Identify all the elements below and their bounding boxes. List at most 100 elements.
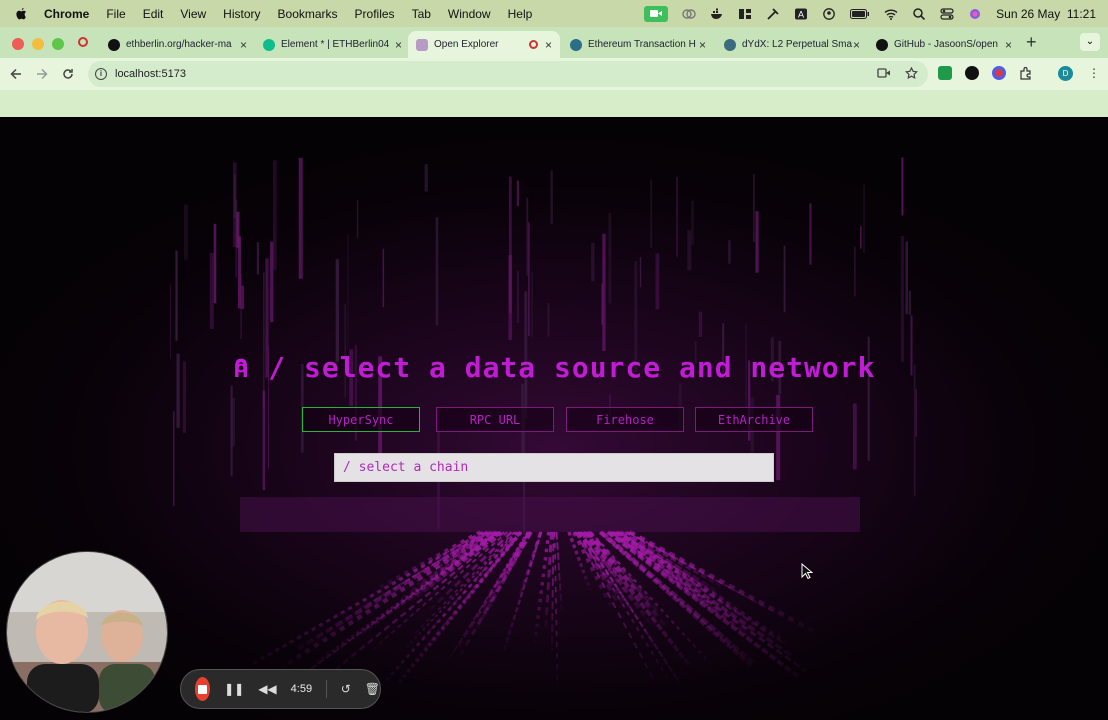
matrix-column: [509, 176, 512, 314]
minimize-window-icon[interactable]: [32, 38, 44, 50]
matrix-column: [270, 241, 274, 323]
menu-help[interactable]: Help: [508, 7, 533, 21]
source-rpc-url-button[interactable]: RPC URL: [436, 407, 554, 432]
matrix-column: [531, 271, 533, 337]
menu-view[interactable]: View: [180, 7, 206, 21]
menu-file[interactable]: File: [106, 7, 125, 21]
siri-icon[interactable]: [968, 8, 982, 20]
tab-dydx[interactable]: dYdX: L2 Perpetual Sma ×: [716, 31, 868, 58]
menu-bookmarks[interactable]: Bookmarks: [278, 7, 338, 21]
recording-control-bar: ❚❚ ◀◀ 4:59 ↺ 🗑: [180, 669, 381, 709]
extensions-area: [938, 66, 1033, 80]
tab-search-button[interactable]: ⌄: [1080, 33, 1100, 51]
menu-profiles[interactable]: Profiles: [355, 7, 395, 21]
profile-avatar[interactable]: D: [1058, 66, 1073, 81]
control-center-icon[interactable]: [940, 7, 954, 20]
menu-app-name[interactable]: Chrome: [44, 7, 89, 21]
matrix-column: [335, 259, 339, 362]
stop-recording-button[interactable]: [195, 677, 211, 701]
matrix-column: [516, 180, 519, 207]
matrix-column: [231, 397, 235, 447]
restart-icon[interactable]: ↺: [341, 682, 351, 696]
chain-select-input[interactable]: / select a chain: [334, 453, 774, 482]
new-tab-button[interactable]: +: [1026, 32, 1037, 53]
globe-icon: [724, 38, 736, 51]
source-hypersync-button[interactable]: HyperSync: [302, 407, 420, 432]
close-window-icon[interactable]: [12, 38, 24, 50]
close-tab-icon[interactable]: ×: [699, 38, 706, 52]
screen-recording-icon[interactable]: [644, 5, 669, 22]
close-tab-icon[interactable]: ×: [395, 38, 402, 52]
matrix-column: [860, 225, 862, 249]
webcam-overlay[interactable]: [6, 551, 168, 713]
matrix-column: [650, 179, 652, 248]
forward-arrow-icon[interactable]: [36, 68, 48, 80]
matrix-column: [517, 271, 519, 323]
matrix-column: [175, 250, 178, 341]
camera-in-use-icon[interactable]: [877, 67, 891, 79]
menu-history[interactable]: History: [223, 7, 260, 21]
matrix-column: [356, 200, 359, 238]
trash-icon[interactable]: 🗑: [365, 682, 380, 696]
element-icon: [263, 38, 275, 51]
address-bar[interactable]: i localhost:5173: [88, 61, 928, 87]
extension-green-icon[interactable]: [938, 66, 952, 80]
tab-label: dYdX: L2 Perpetual Sma: [742, 39, 853, 50]
close-tab-icon[interactable]: ×: [853, 38, 860, 52]
hammer-icon[interactable]: [766, 7, 780, 20]
tab-ethberlin[interactable]: ethberlin.org/hacker-ma ×: [100, 31, 255, 58]
stop-icon: [198, 684, 208, 694]
extensions-puzzle-icon[interactable]: [1019, 66, 1033, 80]
grid-app-icon[interactable]: [738, 8, 752, 20]
close-tab-icon[interactable]: ×: [240, 38, 247, 52]
menu-tab[interactable]: Tab: [412, 7, 431, 21]
rewind-icon[interactable]: ◀◀: [258, 682, 276, 696]
recorder-divider: [326, 680, 327, 698]
tab-label: Open Explorer: [434, 39, 499, 50]
matrix-column: [852, 403, 857, 470]
window-controls: [12, 38, 64, 50]
wifi-icon[interactable]: [884, 8, 898, 20]
address-url[interactable]: localhost:5173: [115, 68, 186, 80]
menubar-datetime[interactable]: Sun 26 May 11:21: [996, 7, 1096, 21]
battery-icon[interactable]: [850, 8, 870, 20]
reload-icon[interactable]: [62, 68, 74, 80]
pause-icon[interactable]: ❚❚: [224, 682, 244, 696]
menu-edit[interactable]: Edit: [143, 7, 164, 21]
tab-element[interactable]: Element * | ETHBerlin04 ×: [255, 31, 410, 58]
extension-colorful-icon[interactable]: [992, 66, 1006, 80]
source-etharchive-button[interactable]: EthArchive: [695, 407, 813, 432]
tab-github-open[interactable]: GitHub - JasoonS/open ×: [868, 31, 1020, 58]
docker-icon[interactable]: [710, 8, 724, 20]
menu-window[interactable]: Window: [448, 7, 491, 21]
site-info-icon[interactable]: i: [95, 68, 107, 80]
matrix-column: [809, 203, 812, 265]
creative-cloud-icon[interactable]: [682, 8, 696, 20]
zoom-window-icon[interactable]: [52, 38, 64, 50]
github-icon: [108, 38, 120, 51]
back-arrow-icon[interactable]: [10, 68, 22, 80]
apple-icon[interactable]: [14, 7, 28, 21]
matrix-column: [550, 170, 553, 224]
matrix-column: [900, 235, 904, 362]
github-icon: [876, 38, 888, 51]
close-tab-icon[interactable]: ×: [545, 38, 552, 52]
matrix-column: [347, 234, 349, 349]
close-tab-icon[interactable]: ×: [1005, 38, 1012, 52]
matrix-column: [435, 217, 439, 326]
tab-ethereum-transaction[interactable]: Ethereum Transaction H ×: [562, 31, 714, 58]
user-switch-icon[interactable]: [822, 7, 836, 20]
matrix-column: [170, 283, 172, 359]
matrix-column: [639, 256, 642, 288]
matrix-column: [728, 240, 731, 264]
source-firehose-button[interactable]: Firehose: [566, 407, 684, 432]
extension-circle-icon[interactable]: [965, 66, 979, 80]
bookmark-star-icon[interactable]: [905, 67, 918, 79]
matrix-column: [602, 233, 606, 351]
spotlight-search-icon[interactable]: [912, 7, 926, 20]
chrome-menu-icon[interactable]: ⋮: [1088, 66, 1100, 80]
matrix-column: [783, 245, 786, 313]
tab-open-explorer[interactable]: Open Explorer ×: [408, 31, 560, 58]
keyboard-input-icon[interactable]: A: [794, 8, 808, 20]
matrix-column: [213, 223, 217, 304]
